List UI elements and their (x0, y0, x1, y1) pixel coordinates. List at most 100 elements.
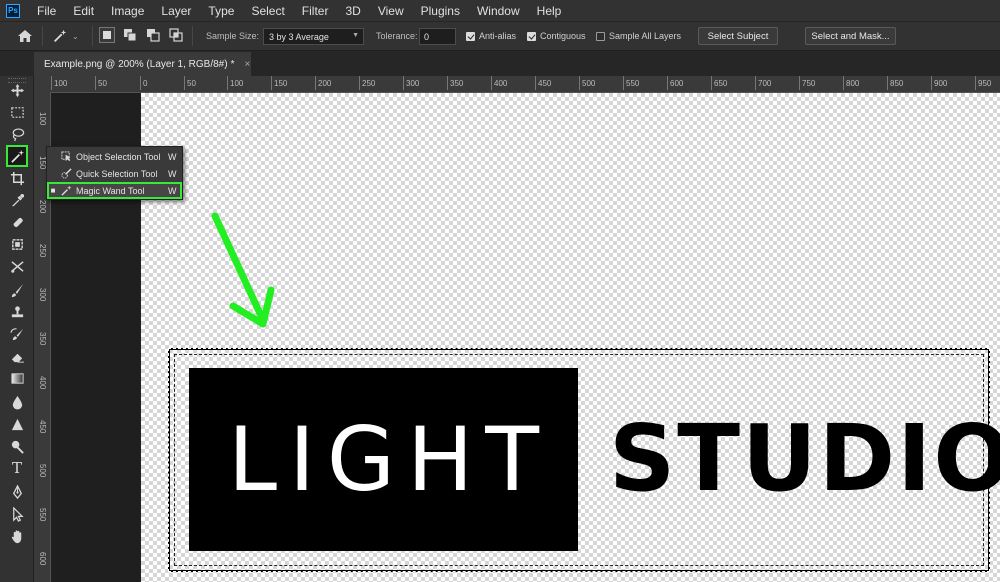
path-selection-tool-icon[interactable] (7, 504, 27, 524)
select-and-mask-button[interactable]: Select and Mask... (805, 27, 896, 45)
document-tab-bar: Example.png @ 200% (Layer 1, RGB/8#) * × (34, 52, 1000, 76)
horizontal-ruler: 100 50 0 50 100 150 200 250 300 350 400 … (50, 76, 1000, 93)
sharpen-tool-icon[interactable] (7, 414, 27, 434)
anti-alias-checkbox[interactable] (466, 32, 475, 41)
blur-tool-icon[interactable] (7, 392, 27, 412)
flyout-item-quick-selection[interactable]: Quick Selection Tool W (47, 165, 182, 182)
paintbrush-tool-icon[interactable] (7, 280, 27, 300)
menu-edit[interactable]: Edit (64, 4, 102, 18)
photoshop-logo-icon: Ps (6, 3, 20, 18)
ruler-label: 250 (358, 76, 376, 90)
menu-3d[interactable]: 3D (336, 4, 368, 18)
move-tool-icon[interactable] (7, 80, 27, 100)
ruler-label: 200 (38, 200, 47, 214)
ruler-label: 50 (184, 76, 196, 90)
ruler-label: 50 (95, 76, 107, 90)
sample-all-layers-checkbox[interactable] (596, 32, 605, 41)
chevron-down-icon: ⌄ (72, 31, 79, 41)
menu-help[interactable]: Help (528, 4, 570, 18)
contiguous-label: Contiguous (540, 31, 586, 41)
ruler-label: 450 (534, 76, 552, 90)
anti-alias-label: Anti-alias (479, 31, 517, 41)
flyout-item-shortcut: W (168, 168, 177, 179)
document-canvas[interactable]: LIGHT STUDIO (141, 93, 1000, 582)
menu-select[interactable]: Select (242, 4, 292, 18)
healing-brush-tool-icon[interactable] (7, 212, 27, 232)
menu-plugins[interactable]: Plugins (412, 4, 468, 18)
ruler-label: 950 (974, 76, 992, 90)
hand-tool-icon[interactable] (7, 526, 27, 546)
menu-image[interactable]: Image (102, 4, 152, 18)
flyout-item-object-selection[interactable]: Object Selection Tool W (47, 148, 182, 165)
eraser-tool-icon[interactable] (7, 346, 27, 366)
menu-view[interactable]: View (369, 4, 412, 18)
contiguous-checkbox[interactable] (527, 32, 536, 41)
new-selection-icon[interactable] (99, 27, 115, 43)
stamp-tool-icon[interactable] (7, 302, 27, 322)
eyedropper-tool-icon[interactable] (7, 190, 27, 210)
type-tool-icon[interactable]: T (7, 458, 27, 478)
ruler-label: 0 (139, 76, 148, 90)
select-subject-button[interactable]: Select Subject (698, 27, 778, 45)
flyout-item-shortcut: W (168, 185, 177, 196)
ruler-label: 300 (38, 288, 47, 302)
dodge-tool-icon[interactable] (7, 436, 27, 456)
object-selection-icon (59, 151, 73, 163)
subtract-from-selection-icon[interactable] (146, 28, 160, 42)
options-bar: ⌄ Sample Size: 3 by 3 Average ▼ Toleranc… (0, 21, 1000, 51)
tool-preset-picker[interactable]: ⌄ (52, 27, 86, 45)
marquee-tool-icon[interactable] (7, 102, 27, 122)
brush-tool-icon[interactable] (7, 234, 27, 254)
intersect-with-selection-icon[interactable] (169, 28, 183, 42)
history-brush-tool-icon[interactable] (7, 324, 27, 344)
close-icon[interactable]: × (244, 59, 250, 70)
magic-wand-icon (59, 185, 73, 197)
menu-file[interactable]: File (28, 4, 64, 18)
sample-size-select[interactable]: 3 by 3 Average ▼ (263, 28, 364, 45)
menu-bar: Ps File Edit Image Layer Type Select Fil… (0, 0, 1000, 21)
selected-bullet-icon: ■ (50, 186, 56, 195)
tolerance-input[interactable]: 0 (419, 28, 456, 45)
ruler-label: 650 (710, 76, 728, 90)
menu-type[interactable]: Type (199, 4, 242, 18)
flyout-item-label: Object Selection Tool (76, 151, 161, 162)
flyout-item-label: Quick Selection Tool (76, 168, 158, 179)
ruler-label: 350 (446, 76, 464, 90)
flyout-item-magic-wand[interactable]: ■ Magic Wand Tool W (47, 182, 182, 199)
ruler-label: 150 (270, 76, 288, 90)
logo-light-block: LIGHT (189, 368, 578, 551)
sample-size-label: Sample Size: (206, 31, 260, 41)
crop-tool-icon[interactable] (7, 168, 27, 188)
lasso-tool-icon[interactable] (7, 124, 27, 144)
modified-indicator: * (230, 58, 235, 70)
ruler-label: 250 (38, 244, 47, 258)
ruler-label: 400 (38, 376, 47, 390)
add-to-selection-icon[interactable] (123, 28, 137, 42)
menu-layer[interactable]: Layer (152, 4, 199, 18)
tolerance-label: Tolerance: (376, 31, 418, 41)
selection-tools-flyout: Object Selection Tool W Quick Selection … (46, 146, 183, 200)
divider (42, 26, 43, 46)
flyout-item-shortcut: W (168, 151, 177, 162)
ruler-label: 200 (314, 76, 332, 90)
logo-light-text: LIGHT (227, 408, 552, 511)
magic-wand-tool-icon[interactable] (6, 145, 28, 167)
ruler-label: 100 (50, 76, 68, 90)
ruler-label: 100 (226, 76, 244, 90)
flyout-item-label: Magic Wand Tool (76, 185, 145, 196)
sample-all-layers-label: Sample All Layers (609, 31, 682, 41)
gradient-tool-icon[interactable] (7, 368, 27, 388)
ruler-label: 500 (578, 76, 596, 90)
document-tab[interactable]: Example.png @ 200% (Layer 1, RGB/8#) * × (34, 52, 251, 76)
clone-stamp-tool-icon[interactable] (7, 256, 27, 276)
ruler-label: 500 (38, 464, 47, 478)
ruler-label: 750 (798, 76, 816, 90)
logo-studio-text: STUDIO (609, 405, 1000, 512)
home-icon[interactable] (16, 27, 34, 45)
quick-selection-icon (59, 168, 73, 180)
menu-window[interactable]: Window (468, 4, 528, 18)
tools-panel: T (0, 76, 34, 582)
pen-tool-icon[interactable] (7, 482, 27, 502)
menu-filter[interactable]: Filter (293, 4, 337, 18)
ruler-label: 600 (38, 552, 47, 566)
